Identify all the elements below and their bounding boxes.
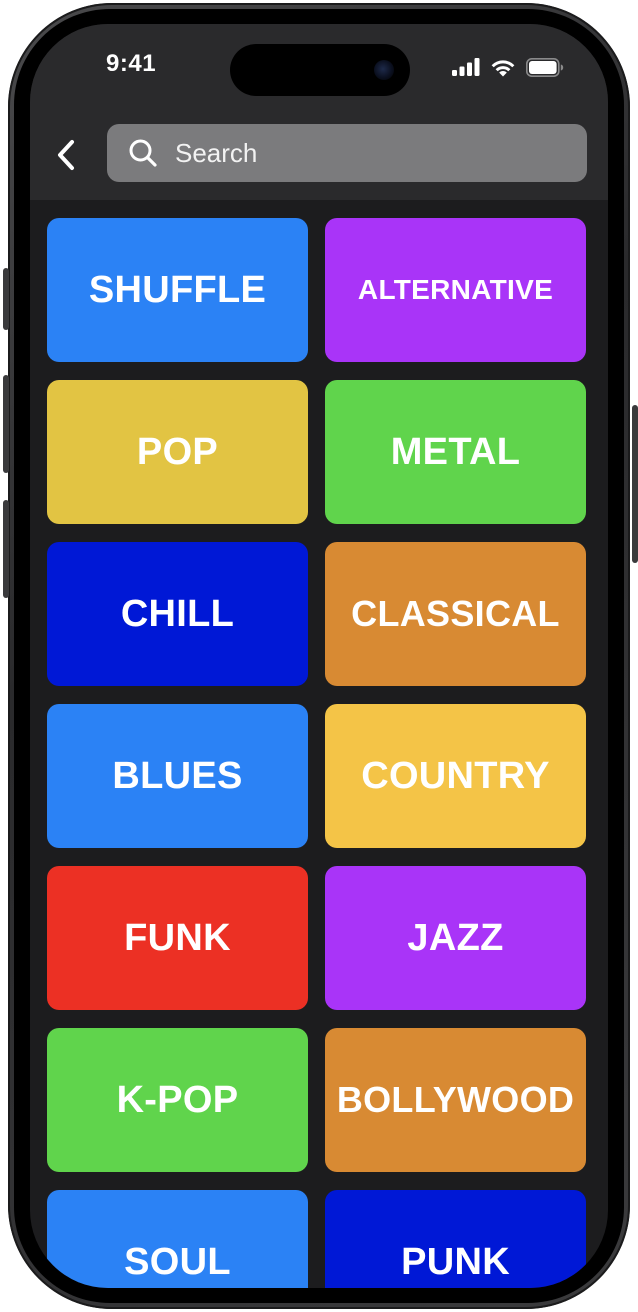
back-button[interactable] [48, 134, 84, 176]
search-bar[interactable] [107, 124, 587, 182]
search-header [30, 114, 608, 200]
genre-label: SHUFFLE [88, 268, 267, 311]
genre-tile-funk[interactable]: FUNK [47, 866, 308, 1010]
chevron-left-icon [58, 140, 74, 170]
genre-label: CHILL [120, 592, 235, 635]
genre-tile-metal[interactable]: METAL [325, 380, 586, 524]
genre-tile-shuffle[interactable]: SHUFFLE [47, 218, 308, 362]
genre-label: BLUES [112, 754, 243, 797]
home-indicator [251, 1268, 387, 1274]
genre-tile-bollywood[interactable]: BOLLYWOOD [325, 1028, 586, 1172]
genre-grid: SHUFFLE ALTERNATIVE POP METAL CHILL CLASSICAL… [30, 200, 608, 1288]
genre-tile-k-pop[interactable]: K-POP [47, 1028, 308, 1172]
genre-tile-pop[interactable]: POP [47, 380, 308, 524]
genre-label: K-POP [116, 1078, 239, 1121]
genre-tile-chill[interactable]: CHILL [47, 542, 308, 686]
genre-label: BOLLYWOOD [336, 1079, 575, 1120]
genre-label: POP [136, 430, 219, 473]
wifi-icon [491, 59, 515, 76]
dynamic-island [230, 44, 410, 96]
genre-tile-blues[interactable]: BLUES [47, 704, 308, 848]
volume-up-button [3, 375, 9, 473]
genre-tile-alternative[interactable]: ALTERNATIVE [325, 218, 586, 362]
app-screen: 9:41 Search SHUFFLE ALTERNATIVE POP META… [30, 24, 608, 1288]
status-bar: 9:41 [30, 24, 608, 114]
status-time: 9:41 [106, 50, 157, 77]
search-icon [127, 137, 159, 169]
genre-tile-classical[interactable]: CLASSICAL [325, 542, 586, 686]
search-input[interactable] [175, 137, 555, 169]
genre-tile-country[interactable]: COUNTRY [325, 704, 586, 848]
genre-tile-jazz[interactable]: JAZZ [325, 866, 586, 1010]
genre-label: ALTERNATIVE [357, 274, 554, 305]
genre-label: JAZZ [407, 916, 504, 959]
genre-label: FUNK [124, 916, 231, 959]
status-icons [452, 56, 564, 78]
power-button [632, 405, 638, 563]
action-button [3, 268, 9, 330]
genre-label: CLASSICAL [351, 593, 560, 634]
genre-label: PUNK [401, 1240, 510, 1283]
front-camera-icon [374, 60, 394, 80]
volume-down-button [3, 500, 9, 598]
genre-label: METAL [390, 430, 521, 473]
battery-icon [526, 57, 564, 77]
genre-label: SOUL [124, 1240, 231, 1283]
cellular-signal-icon [452, 58, 480, 76]
genre-label: COUNTRY [361, 754, 550, 797]
